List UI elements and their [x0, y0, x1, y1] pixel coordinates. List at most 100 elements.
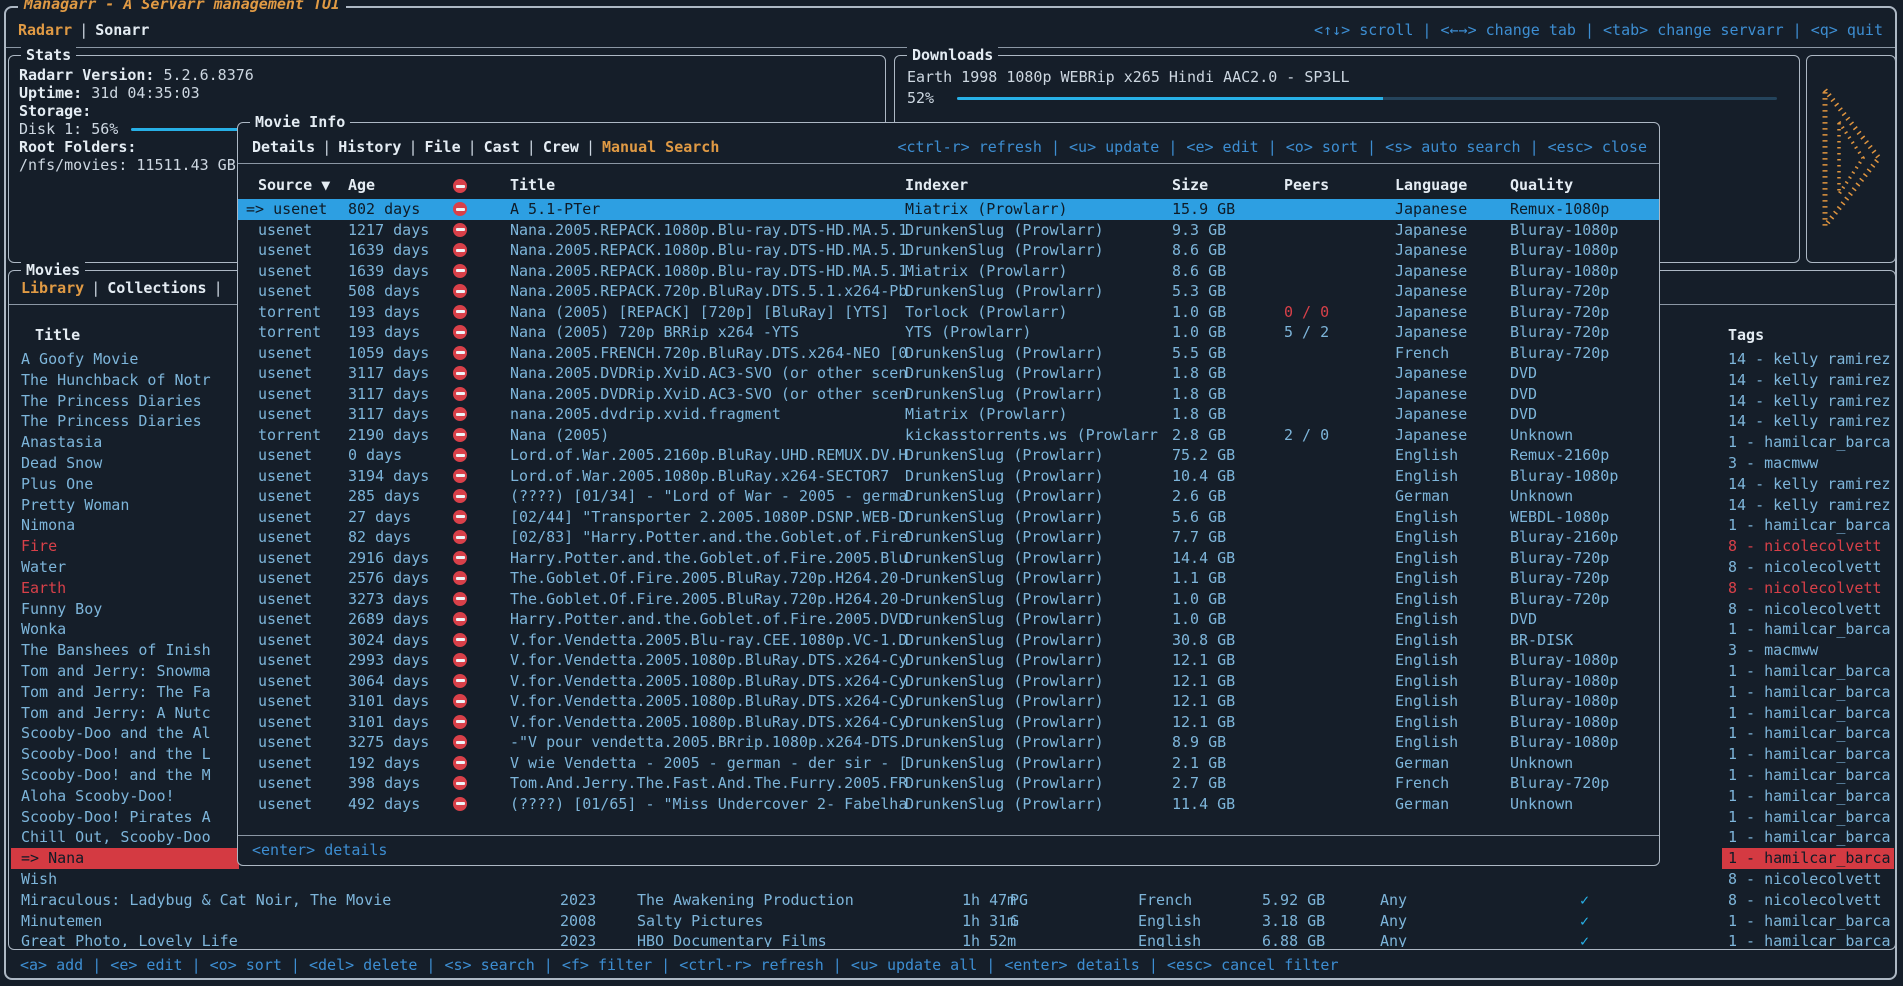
movie-title[interactable]: Chill Out, Scooby-Doo — [11, 827, 239, 848]
movie-title[interactable]: Aloha Scooby-Doo! — [11, 786, 239, 807]
tab-library[interactable]: Library — [21, 279, 84, 297]
release-source: usenet — [258, 486, 312, 507]
movie-title[interactable]: Plus One — [11, 474, 239, 495]
movie-size: 5.92 GB — [1262, 890, 1325, 911]
release-row[interactable]: torrent 2190 days Nana (2005) kickasstor… — [238, 425, 1659, 446]
release-row[interactable]: usenet 3117 days Nana.2005.DVDRip.XviD.A… — [238, 363, 1659, 384]
release-row[interactable]: usenet 508 days Nana.2005.REPACK.720p.Bl… — [238, 281, 1659, 302]
column-language[interactable]: Language — [1395, 175, 1467, 196]
release-indexer: DrunkenSlug (Prowlarr) — [905, 671, 1104, 692]
tab-file[interactable]: File — [425, 138, 461, 156]
release-row[interactable]: usenet 2689 days Harry.Potter.and.the.Go… — [238, 609, 1659, 630]
movie-title[interactable]: Tom and Jerry: The Fa — [11, 682, 239, 703]
release-size: 2.1 GB — [1172, 753, 1226, 774]
tab-history[interactable]: History — [338, 138, 401, 156]
release-peers: 5 / 2 — [1284, 322, 1329, 343]
movie-title[interactable]: Tom and Jerry: Snowma — [11, 661, 239, 682]
release-row[interactable]: usenet 27 days [02/44] "Transporter 2.20… — [238, 507, 1659, 528]
release-row[interactable]: usenet 82 days [02/83] "Harry.Potter.and… — [238, 527, 1659, 548]
column-peers[interactable]: Peers — [1284, 175, 1329, 196]
release-row[interactable]: usenet 3275 days -"V pour vendetta.2005.… — [238, 732, 1659, 753]
tab-manual-search[interactable]: Manual Search — [602, 138, 719, 156]
movie-title[interactable]: The Hunchback of Notr — [11, 370, 239, 391]
movie-row[interactable]: Minutemen 2008 Salty Pictures 1h 31m G E… — [9, 911, 1895, 932]
movie-title[interactable]: Wonka — [11, 619, 239, 640]
column-source-sorted[interactable]: Source ▼ — [258, 175, 330, 196]
release-row[interactable]: usenet 3101 days V.for.Vendetta.2005.108… — [238, 712, 1659, 733]
movie-title[interactable]: The Princess Diaries — [11, 391, 239, 412]
movie-title[interactable]: Funny Boy — [11, 599, 239, 620]
movie-title[interactable]: A Goofy Movie — [11, 349, 239, 370]
tab-details[interactable]: Details — [252, 138, 315, 156]
download-item-row[interactable]: Earth 1998 1080p WEBRip x265 Hindi AAC2.… — [907, 68, 1791, 86]
release-row[interactable]: usenet 2576 days The.Goblet.Of.Fire.2005… — [238, 568, 1659, 589]
movie-language: English — [1138, 911, 1201, 932]
release-row[interactable]: usenet 1639 days Nana.2005.REPACK.1080p.… — [238, 261, 1659, 282]
release-source: usenet — [258, 650, 312, 671]
movie-row[interactable]: Wish 8 - nicolecolvett — [9, 869, 1895, 890]
release-row[interactable]: usenet 3117 days nana.2005.dvdrip.xvid.f… — [238, 404, 1659, 425]
column-size[interactable]: Size — [1172, 175, 1208, 196]
movie-title[interactable]: Pretty Woman — [11, 495, 239, 516]
download-progress-gauge — [957, 97, 1777, 100]
release-row[interactable]: usenet 3024 days V.for.Vendetta.2005.Blu… — [238, 630, 1659, 651]
movie-title[interactable]: Scooby-Doo! and the M — [11, 765, 239, 786]
column-movie-title[interactable]: Title — [35, 325, 80, 346]
release-title: Nana.2005.REPACK.1080p.Blu-ray.DTS-HD.MA… — [510, 261, 907, 282]
movie-tag: 1 - hamilcar_barca — [1722, 661, 1894, 682]
tab-crew[interactable]: Crew — [543, 138, 579, 156]
column-age[interactable]: Age — [348, 175, 375, 196]
movie-title[interactable]: Nimona — [11, 515, 239, 536]
release-row[interactable]: usenet 398 days Tom.And.Jerry.The.Fast.A… — [238, 773, 1659, 794]
release-size: 7.7 GB — [1172, 527, 1226, 548]
tab-collections[interactable]: Collections — [107, 279, 206, 297]
version-label: Radarr Version: — [19, 66, 154, 84]
release-row[interactable]: usenet 2993 days V.for.Vendetta.2005.108… — [238, 650, 1659, 671]
release-row[interactable]: usenet 1639 days Nana.2005.REPACK.1080p.… — [238, 240, 1659, 261]
column-quality[interactable]: Quality — [1510, 175, 1573, 196]
release-age: 3064 days — [348, 671, 429, 692]
release-title: Lord.of.War.2005.1080p.BluRay.x264-SECTO… — [510, 466, 889, 487]
movie-title[interactable]: Anastasia — [11, 432, 239, 453]
release-row[interactable]: torrent 193 days Nana (2005) 720p BRRip … — [238, 322, 1659, 343]
movie-title[interactable]: Scooby-Doo and the Al — [11, 723, 239, 744]
tab-radarr[interactable]: Radarr — [18, 21, 72, 39]
release-row[interactable]: usenet 492 days (????) [01/65] - "Miss U… — [238, 794, 1659, 815]
release-row[interactable]: usenet 285 days (????) [01/34] - "Lord o… — [238, 486, 1659, 507]
release-row[interactable]: usenet 2916 days Harry.Potter.and.the.Go… — [238, 548, 1659, 569]
release-row[interactable]: usenet 3117 days Nana.2005.DVDRip.XviD.A… — [238, 384, 1659, 405]
movie-row[interactable]: Miraculous: Ladybug & Cat Noir, The Movi… — [9, 890, 1895, 911]
release-row[interactable]: usenet 1217 days Nana.2005.REPACK.1080p.… — [238, 220, 1659, 241]
movie-row[interactable]: Great Photo, Lovely Life 2023 HBO Docume… — [9, 931, 1895, 947]
movie-title[interactable]: Wish — [11, 869, 239, 890]
release-row[interactable]: usenet 3273 days The.Goblet.Of.Fire.2005… — [238, 589, 1659, 610]
movie-title[interactable]: => Nana — [11, 848, 239, 869]
release-size: 9.3 GB — [1172, 220, 1226, 241]
release-row[interactable]: usenet 3101 days V.for.Vendetta.2005.108… — [238, 691, 1659, 712]
release-age: 1217 days — [348, 220, 429, 241]
movie-title[interactable]: Fire — [11, 536, 239, 557]
movie-title[interactable]: Dead Snow — [11, 453, 239, 474]
movie-title[interactable]: The Banshees of Inish — [11, 640, 239, 661]
tab-sonarr[interactable]: Sonarr — [95, 21, 149, 39]
movie-title[interactable]: Minutemen — [11, 911, 239, 932]
release-row[interactable]: usenet 1059 days Nana.2005.FRENCH.720p.B… — [238, 343, 1659, 364]
movie-title[interactable]: Tom and Jerry: A Nutc — [11, 703, 239, 724]
release-row[interactable]: usenet 192 days V wie Vendetta - 2005 - … — [238, 753, 1659, 774]
column-indexer[interactable]: Indexer — [905, 175, 968, 196]
movie-title[interactable]: Miraculous: Ladybug & Cat Noir, The Movi… — [11, 890, 239, 911]
release-row[interactable]: usenet 3064 days V.for.Vendetta.2005.108… — [238, 671, 1659, 692]
movie-title[interactable]: Scooby-Doo! and the L — [11, 744, 239, 765]
tab-cast[interactable]: Cast — [484, 138, 520, 156]
release-row[interactable]: usenet 0 days Lord.of.War.2005.2160p.Blu… — [238, 445, 1659, 466]
release-age: 193 days — [348, 322, 420, 343]
movie-title[interactable]: Scooby-Doo! Pirates A — [11, 807, 239, 828]
release-row[interactable]: torrent 193 days Nana (2005) [REPACK] [7… — [238, 302, 1659, 323]
column-release-title[interactable]: Title — [510, 175, 555, 196]
release-row[interactable]: usenet 3194 days Lord.of.War.2005.1080p.… — [238, 466, 1659, 487]
release-row[interactable]: => usenet 802 days A 5.1-PTer Miatrix (P… — [238, 199, 1659, 220]
movie-title[interactable]: The Princess Diaries — [11, 411, 239, 432]
movie-title[interactable]: Water — [11, 557, 239, 578]
movie-title[interactable]: Earth — [11, 578, 239, 599]
movie-title[interactable]: Great Photo, Lovely Life — [11, 931, 239, 947]
